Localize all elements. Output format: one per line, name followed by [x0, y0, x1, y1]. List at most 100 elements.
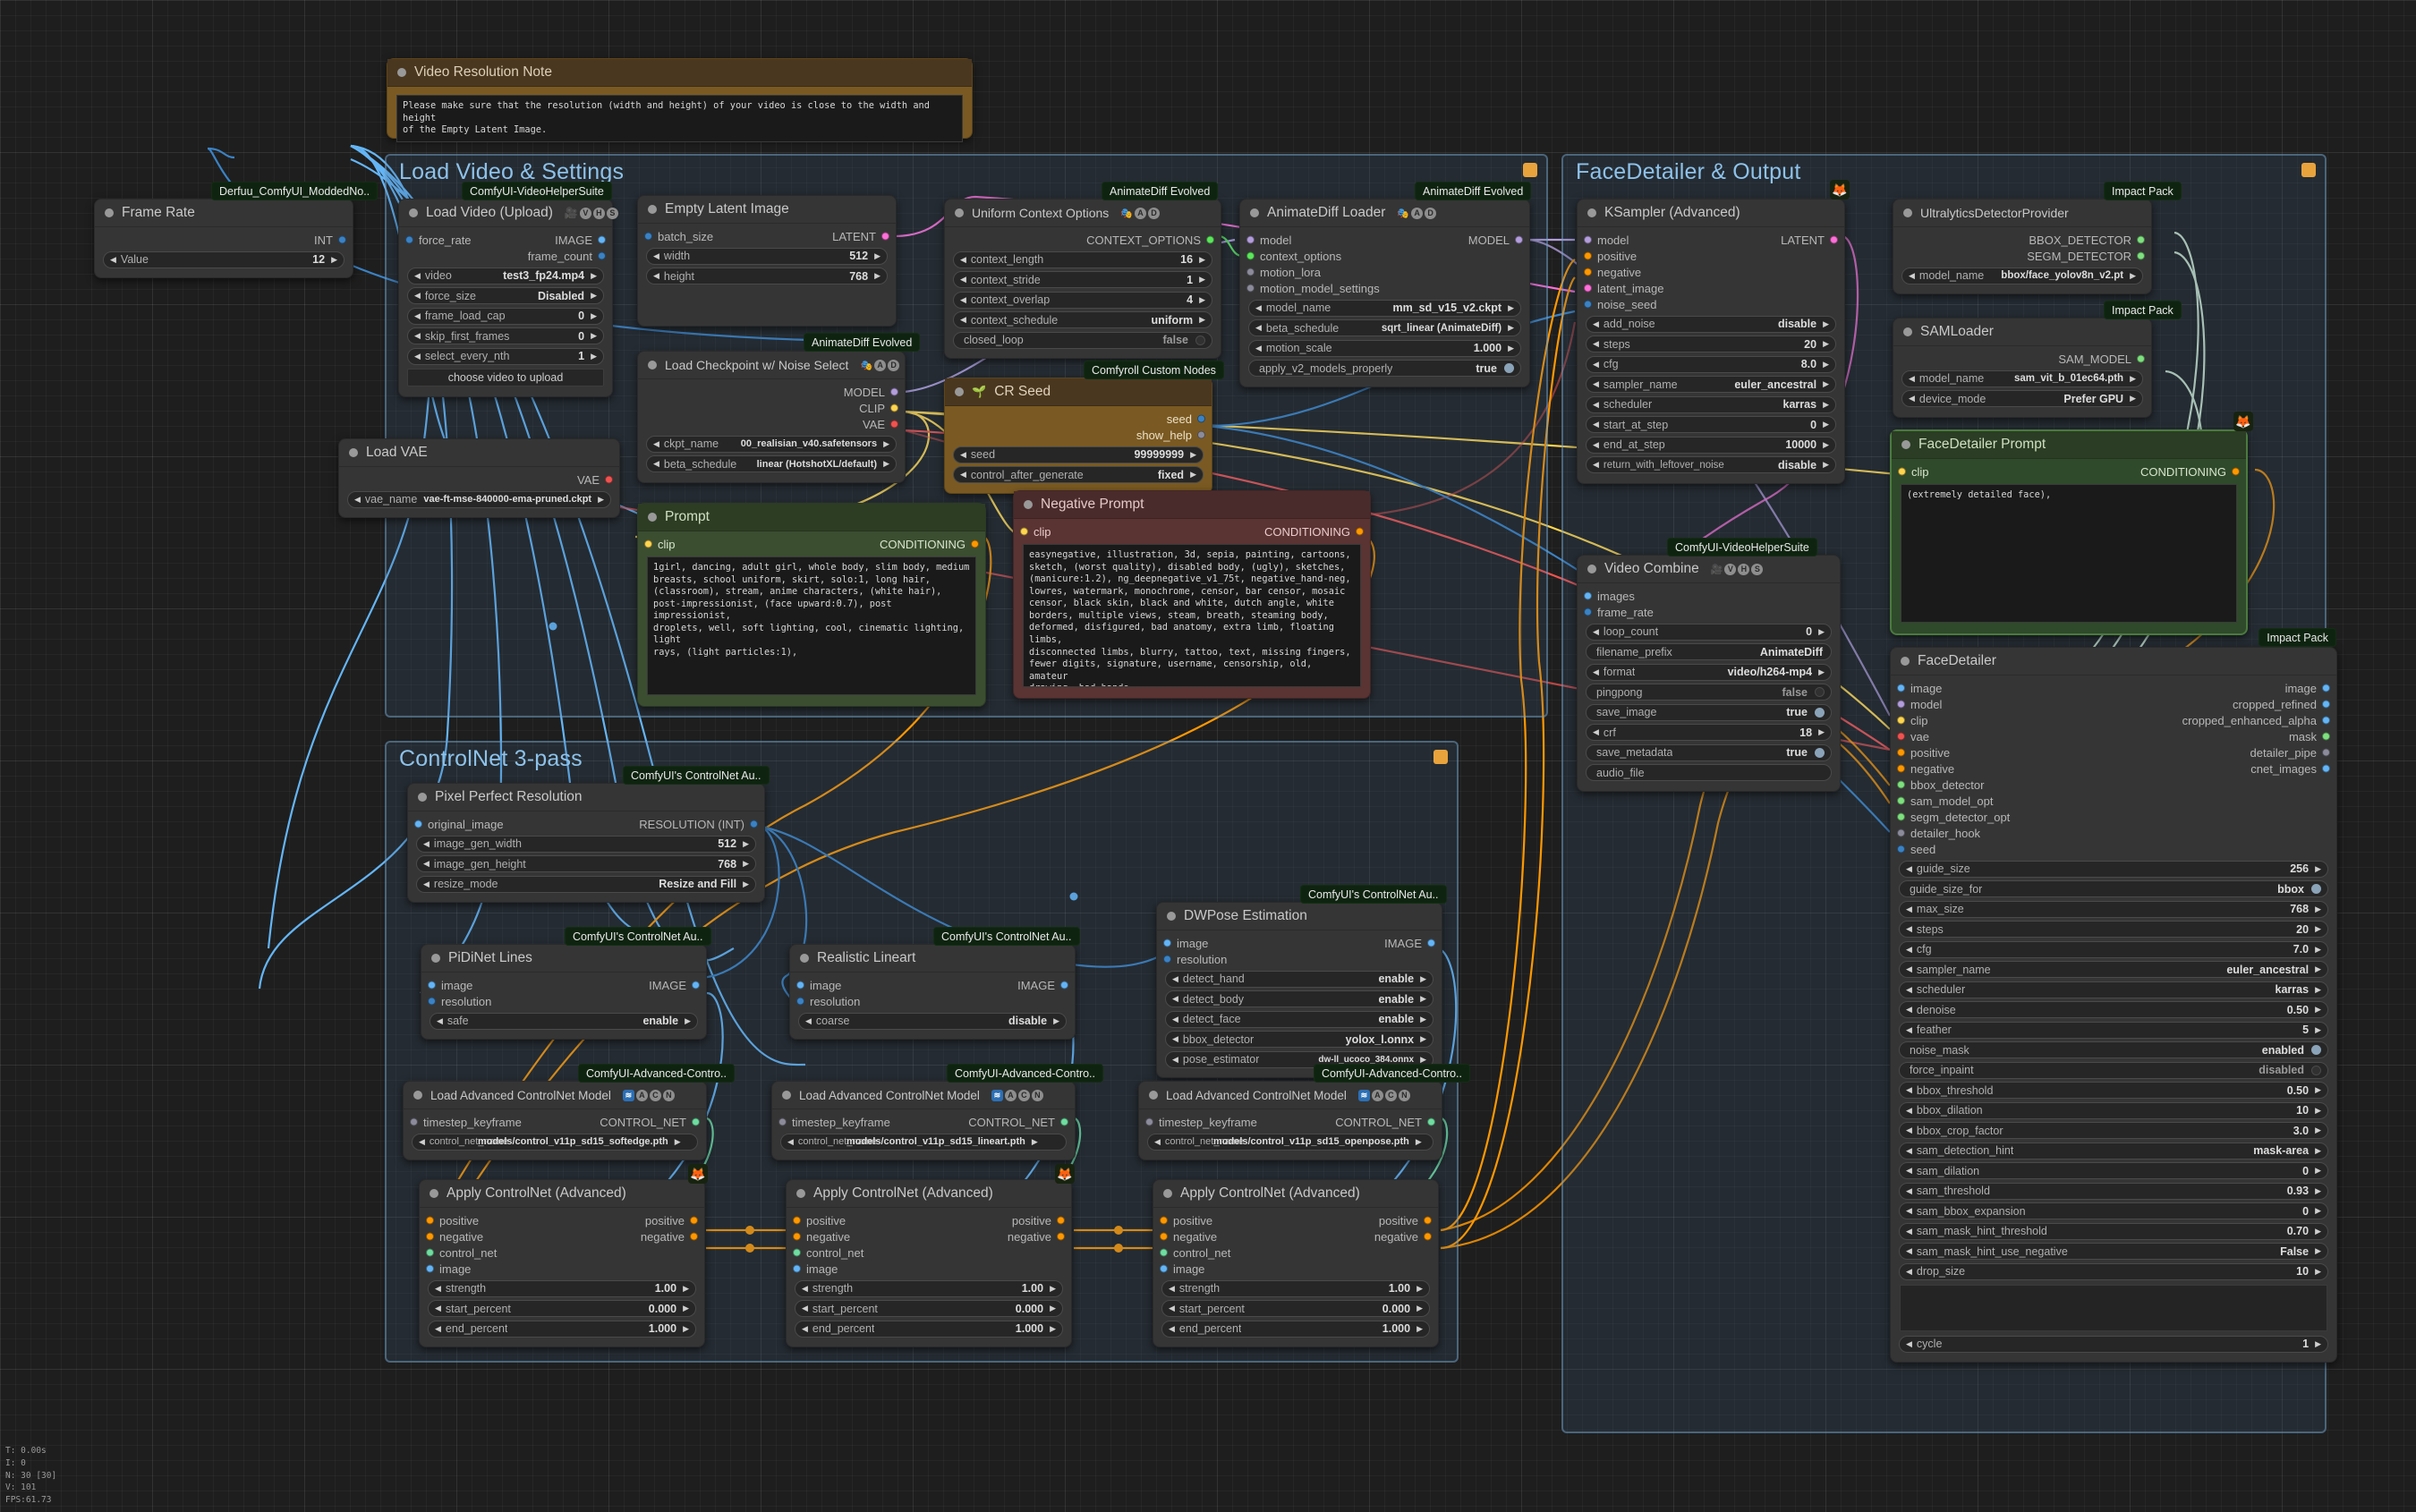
group-collapse-icon[interactable] — [1433, 750, 1448, 764]
increment-icon[interactable]: ▶ — [2130, 394, 2136, 403]
output-slot-negative[interactable]: negative — [641, 1230, 704, 1244]
output-slot-frame-count[interactable]: frame_count — [528, 250, 612, 263]
decrement-icon[interactable]: ◀ — [1255, 303, 1262, 313]
collapse-icon[interactable] — [955, 208, 964, 217]
increment-icon[interactable]: ▶ — [591, 311, 597, 321]
port-dot[interactable] — [971, 540, 979, 548]
input-slot-image[interactable]: image — [1153, 1262, 1204, 1276]
node-load-checkpoint[interactable]: AnimateDiff Evolved Load Checkpoint w/ N… — [637, 351, 906, 483]
widget-seed[interactable]: ◀seed99999999▶ — [953, 446, 1204, 463]
input-slot-clip[interactable]: clip — [1892, 465, 1929, 479]
increment-icon[interactable]: ▶ — [874, 271, 880, 281]
node-ksampler-advanced[interactable]: 🦊 KSampler (Advanced) model LATENT posit… — [1577, 199, 1845, 484]
increment-icon[interactable]: ▶ — [1818, 627, 1825, 637]
port-dot[interactable] — [644, 540, 652, 548]
increment-icon[interactable]: ▶ — [1508, 344, 1514, 353]
widget-control-after-generate[interactable]: ◀control_after_generatefixed▶ — [953, 466, 1204, 483]
widget-detect-face[interactable]: ◀detect_faceenable▶ — [1165, 1011, 1433, 1028]
widget-strength[interactable]: ◀strength1.00▶ — [1161, 1280, 1430, 1297]
increment-icon[interactable]: ▶ — [1823, 319, 1829, 329]
port-dot[interactable] — [881, 233, 889, 241]
node-empty-latent-image[interactable]: Empty Latent Image batch_size LATENT ◀wi… — [637, 195, 897, 327]
port-dot[interactable] — [2322, 765, 2330, 773]
input-slot-image[interactable]: image — [787, 1262, 838, 1276]
port-dot[interactable] — [1163, 956, 1171, 964]
increment-icon[interactable]: ▶ — [1508, 323, 1514, 333]
node-pixel-perfect-resolution[interactable]: ComfyUI's ControlNet Au.. Pixel Perfect … — [407, 783, 765, 903]
port-dot[interactable] — [428, 998, 436, 1006]
port-dot[interactable] — [1246, 252, 1255, 260]
output-slot-latent[interactable]: LATENT — [832, 230, 896, 243]
decrement-icon[interactable]: ◀ — [1154, 1137, 1161, 1147]
collapse-icon[interactable] — [1024, 500, 1033, 509]
output-slot-conditioning[interactable]: CONDITIONING — [1264, 525, 1370, 539]
collapse-icon[interactable] — [796, 1189, 805, 1198]
port-dot[interactable] — [1897, 829, 1905, 837]
increment-icon[interactable]: ▶ — [1416, 1137, 1422, 1147]
increment-icon[interactable]: ▶ — [591, 271, 597, 281]
widget-save-metadata[interactable]: save_metadatatrue — [1586, 744, 1832, 761]
port-dot[interactable] — [1145, 1118, 1153, 1126]
negative-prompt-textarea[interactable]: easynegative, illustration, 3d, sepia, p… — [1023, 544, 1361, 687]
increment-icon[interactable]: ▶ — [1823, 379, 1829, 389]
increment-icon[interactable]: ▶ — [1050, 1304, 1056, 1313]
decrement-icon[interactable]: ◀ — [1906, 1146, 1912, 1156]
port-dot[interactable] — [1160, 1217, 1168, 1225]
decrement-icon[interactable]: ◀ — [435, 1324, 441, 1334]
increment-icon[interactable]: ▶ — [883, 439, 889, 449]
port-dot[interactable] — [793, 1233, 801, 1241]
input-slot-negative[interactable]: negative — [420, 1230, 483, 1244]
port-dot[interactable] — [690, 1233, 698, 1241]
increment-icon[interactable]: ▶ — [331, 255, 337, 265]
increment-icon[interactable]: ▶ — [2315, 1146, 2321, 1156]
increment-icon[interactable]: ▶ — [1416, 1284, 1423, 1294]
decrement-icon[interactable]: ◀ — [414, 311, 421, 321]
node-dwpose-estimation[interactable]: ComfyUI's ControlNet Au.. DWPose Estimat… — [1156, 902, 1442, 1078]
widget-value[interactable]: ◀ Value 12 ▶ — [103, 251, 345, 268]
decrement-icon[interactable]: ◀ — [653, 271, 659, 281]
port-dot[interactable] — [690, 1217, 698, 1225]
widget-feather[interactable]: ◀feather5▶ — [1899, 1022, 2328, 1039]
collapse-icon[interactable] — [648, 361, 657, 370]
increment-icon[interactable]: ▶ — [1199, 295, 1205, 305]
widget-sam-mask-hint-threshold[interactable]: ◀sam_mask_hint_threshold0.70▶ — [1899, 1223, 2328, 1240]
decrement-icon[interactable]: ◀ — [1906, 1166, 1912, 1176]
node-apply-controlnet-2[interactable]: 🦊 Apply ControlNet (Advanced) positive p… — [786, 1179, 1072, 1347]
widget-loop-count[interactable]: ◀loop_count0▶ — [1586, 624, 1832, 641]
increment-icon[interactable]: ▶ — [1823, 440, 1829, 450]
increment-icon[interactable]: ▶ — [2315, 964, 2321, 974]
node-ultralytics-detector-provider[interactable]: Impact Pack UltralyticsDetectorProvider … — [1893, 199, 2152, 294]
node-apply-controlnet-1[interactable]: 🦊 Apply ControlNet (Advanced) positive p… — [419, 1179, 705, 1347]
toggle-icon[interactable] — [1195, 336, 1205, 345]
increment-icon[interactable]: ▶ — [1199, 275, 1205, 285]
widget-guide-size-for[interactable]: guide_size_forbbox — [1899, 880, 2328, 897]
decrement-icon[interactable]: ◀ — [354, 495, 361, 505]
decrement-icon[interactable]: ◀ — [1172, 994, 1178, 1004]
collapse-icon[interactable] — [1901, 440, 1910, 449]
widget-start-at-step[interactable]: ◀start_at_step0▶ — [1586, 416, 1836, 433]
input-slot-motion-lora[interactable]: motion_lora — [1240, 266, 1321, 279]
decrement-icon[interactable]: ◀ — [1906, 985, 1912, 995]
input-slot-vae[interactable]: vae — [1891, 730, 1929, 743]
increment-icon[interactable]: ▶ — [1823, 360, 1829, 370]
port-dot[interactable] — [1897, 749, 1905, 757]
port-dot[interactable] — [1584, 592, 1592, 600]
node-load-adv-controlnet-1[interactable]: ComfyUI-Advanced-Contro.. Load Advanced … — [403, 1081, 707, 1160]
increment-icon[interactable]: ▶ — [2315, 1339, 2321, 1349]
output-slot-control-net[interactable]: CONTROL_NET — [968, 1116, 1075, 1129]
widget-sam-dilation[interactable]: ◀sam_dilation0▶ — [1899, 1162, 2328, 1179]
output-slot[interactable]: INT — [314, 234, 353, 247]
decrement-icon[interactable]: ◀ — [1593, 627, 1599, 637]
collapse-icon[interactable] — [955, 387, 964, 396]
widget-crf[interactable]: ◀crf18▶ — [1586, 724, 1832, 741]
increment-icon[interactable]: ▶ — [683, 1304, 689, 1313]
collapse-icon[interactable] — [1250, 208, 1259, 217]
input-slot-latent-image[interactable]: latent_image — [1578, 282, 1663, 295]
output-slot-image[interactable]: image — [2285, 682, 2336, 695]
collapse-icon[interactable] — [430, 1189, 438, 1198]
input-slot-frame-rate[interactable]: frame_rate — [1578, 606, 1654, 619]
port-dot[interactable] — [793, 1265, 801, 1273]
increment-icon[interactable]: ▶ — [1199, 255, 1205, 265]
increment-icon[interactable]: ▶ — [2315, 905, 2321, 914]
increment-icon[interactable]: ▶ — [1420, 994, 1426, 1004]
